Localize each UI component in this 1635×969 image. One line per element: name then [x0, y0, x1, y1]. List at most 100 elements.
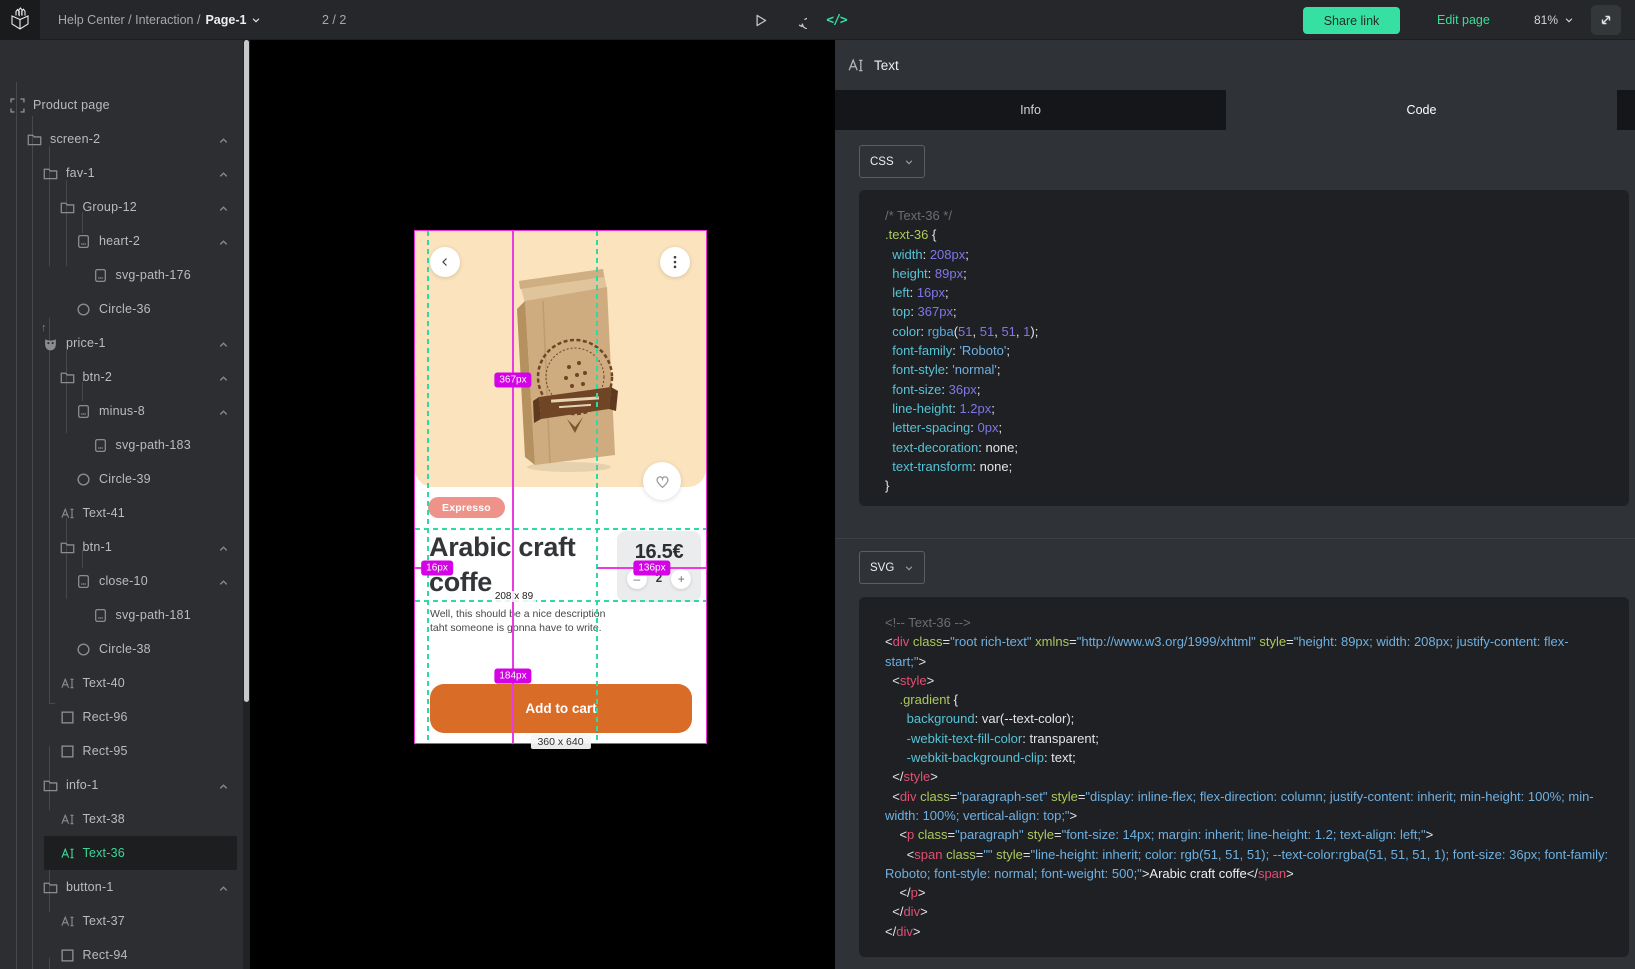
product-title-line1: Arabic craft	[429, 530, 607, 565]
layer-row-fav-1[interactable]: fav-1	[0, 156, 243, 190]
layer-label: price-1	[66, 336, 106, 350]
chevron-up-icon[interactable]	[218, 780, 229, 791]
layer-row-text-36[interactable]: Text-36	[0, 836, 243, 870]
zoom-level-dropdown[interactable]: 81%	[1534, 13, 1574, 27]
layer-row-svg-path-176[interactable]: svg-path-176	[0, 258, 243, 292]
layer-row-rect-95[interactable]: Rect-95	[0, 734, 243, 768]
layer-row-product page[interactable]: Product page	[0, 88, 243, 122]
layer-row-button-1[interactable]: button-1	[0, 870, 243, 904]
scrollbar-thumb[interactable]	[244, 40, 249, 702]
svg-code-line: <div class="root rich-text" xmlns="http:…	[885, 632, 1609, 671]
svgfile-icon	[76, 234, 91, 249]
css-code-line: line-height: 1.2px;	[885, 399, 1609, 418]
sidebar-scrollbar[interactable]	[243, 40, 250, 969]
layer-row-price-1[interactable]: price-1	[0, 326, 243, 360]
layer-label: Text-36	[83, 846, 125, 860]
app-logo[interactable]	[0, 0, 40, 40]
svgfile-icon	[93, 268, 108, 283]
chevron-down-icon	[1564, 15, 1574, 25]
layer-label: info-1	[66, 778, 98, 792]
product-tag-badge[interactable]: Expresso	[428, 497, 505, 518]
folder-icon	[60, 200, 75, 215]
phone-frame[interactable]: Expresso Arabic craft coffe Well, this s…	[415, 231, 706, 743]
layer-label: fav-1	[66, 166, 95, 180]
code-view-button[interactable]: </>	[828, 12, 845, 29]
chevron-up-icon[interactable]	[218, 576, 229, 587]
css-code-line: color: rgba(51, 51, 51, 1);	[885, 322, 1609, 341]
layer-row-info-1[interactable]: info-1	[0, 768, 243, 802]
layer-label: Text-41	[83, 506, 125, 520]
layer-row-heart-2[interactable]: heart-2	[0, 224, 243, 258]
css-code-line: /* Text-36 */	[885, 206, 1609, 225]
layer-row-btn-2[interactable]: btn-2	[0, 360, 243, 394]
quantity-plus-button[interactable]: +	[671, 569, 691, 589]
layer-row-svg-path-181[interactable]: svg-path-181	[0, 598, 243, 632]
guide-selection-right	[596, 231, 598, 743]
css-code-line: }	[885, 476, 1609, 495]
svg-code-line: -webkit-background-clip: text;	[885, 748, 1609, 767]
layer-label: Rect-96	[83, 710, 128, 724]
svg-code-line: </p>	[885, 883, 1609, 902]
code-icon: </>	[826, 13, 846, 28]
layer-label: close-10	[99, 574, 148, 588]
svg-code-line: <style>	[885, 671, 1609, 690]
svg-language-dropdown[interactable]: SVG	[859, 551, 925, 584]
tab-code[interactable]: Code	[1226, 90, 1617, 130]
css-code-block[interactable]: /* Text-36 */.text-36 { width: 208px; he…	[859, 190, 1629, 506]
layer-row-circle-38[interactable]: Circle-38	[0, 632, 243, 666]
coffee-bag-image	[503, 251, 625, 473]
layer-row-text-37[interactable]: Text-37	[0, 904, 243, 938]
layer-row-text-41[interactable]: Text-41	[0, 496, 243, 530]
tab-info[interactable]: Info	[835, 90, 1226, 130]
edit-page-link[interactable]: Edit page	[1437, 13, 1490, 27]
layer-row-circle-36[interactable]: Circle-36	[0, 292, 243, 326]
chevron-up-icon[interactable]	[218, 372, 229, 383]
chevron-up-icon[interactable]	[218, 202, 229, 213]
fullscreen-button[interactable]	[1591, 5, 1621, 35]
favorite-button[interactable]	[643, 462, 681, 500]
layer-row-minus-8[interactable]: minus-8	[0, 394, 243, 428]
rect-icon	[60, 710, 75, 725]
frame-icon	[10, 98, 25, 113]
css-code-line: height: 89px;	[885, 264, 1609, 283]
svg-code-line: <!-- Text-36 -->	[885, 613, 1609, 632]
svg-code-line: .gradient {	[885, 690, 1609, 709]
measure-badge-left: 16px	[421, 561, 453, 576]
play-button[interactable]	[752, 12, 769, 29]
layer-row-rect-94[interactable]: Rect-94	[0, 938, 243, 969]
chevron-up-icon[interactable]	[218, 236, 229, 247]
chevron-up-icon[interactable]	[218, 406, 229, 417]
layer-row-rect-96[interactable]: Rect-96	[0, 700, 243, 734]
back-button[interactable]	[430, 247, 460, 277]
svg-code-line: background: var(--text-color);	[885, 709, 1609, 728]
breadcrumb[interactable]: Help Center / Interaction / Page-1	[58, 0, 261, 40]
css-code-line: font-family: 'Roboto';	[885, 341, 1609, 360]
chevron-up-icon[interactable]	[218, 168, 229, 179]
layer-row-text-40[interactable]: Text-40	[0, 666, 243, 700]
layer-row-close-10[interactable]: close-10	[0, 564, 243, 598]
chevron-up-icon[interactable]	[218, 338, 229, 349]
more-options-button[interactable]	[660, 247, 690, 277]
css-language-dropdown[interactable]: CSS	[859, 145, 925, 178]
layer-row-text-38[interactable]: Text-38	[0, 802, 243, 836]
svg-code-line: <p class="paragraph" style="font-size: 1…	[885, 825, 1609, 844]
chevron-up-icon[interactable]	[218, 882, 229, 893]
layer-row-circle-39[interactable]: Circle-39	[0, 462, 243, 496]
svgfile-icon	[93, 438, 108, 453]
folder-icon	[27, 132, 42, 147]
layer-row-svg-path-183[interactable]: svg-path-183	[0, 428, 243, 462]
layer-row-btn-1[interactable]: btn-1	[0, 530, 243, 564]
rect-icon	[60, 744, 75, 759]
selection-size-label: 208 x 89	[492, 591, 536, 602]
chevron-up-icon[interactable]	[218, 542, 229, 553]
svg-code-block[interactable]: <!-- Text-36 --><div class="root rich-te…	[859, 597, 1629, 957]
guide-selection-top	[415, 528, 706, 530]
chevron-up-icon[interactable]	[218, 134, 229, 145]
text-layer-icon	[847, 57, 864, 74]
share-link-button[interactable]: Share link	[1303, 7, 1400, 34]
layer-row-group-12[interactable]: Group-12	[0, 190, 243, 224]
add-to-cart-button[interactable]: Add to cart	[430, 684, 692, 733]
product-title: Arabic craft coffe	[429, 530, 607, 600]
comment-button[interactable]	[790, 12, 807, 29]
layer-row-screen-2[interactable]: screen-2	[0, 122, 243, 156]
